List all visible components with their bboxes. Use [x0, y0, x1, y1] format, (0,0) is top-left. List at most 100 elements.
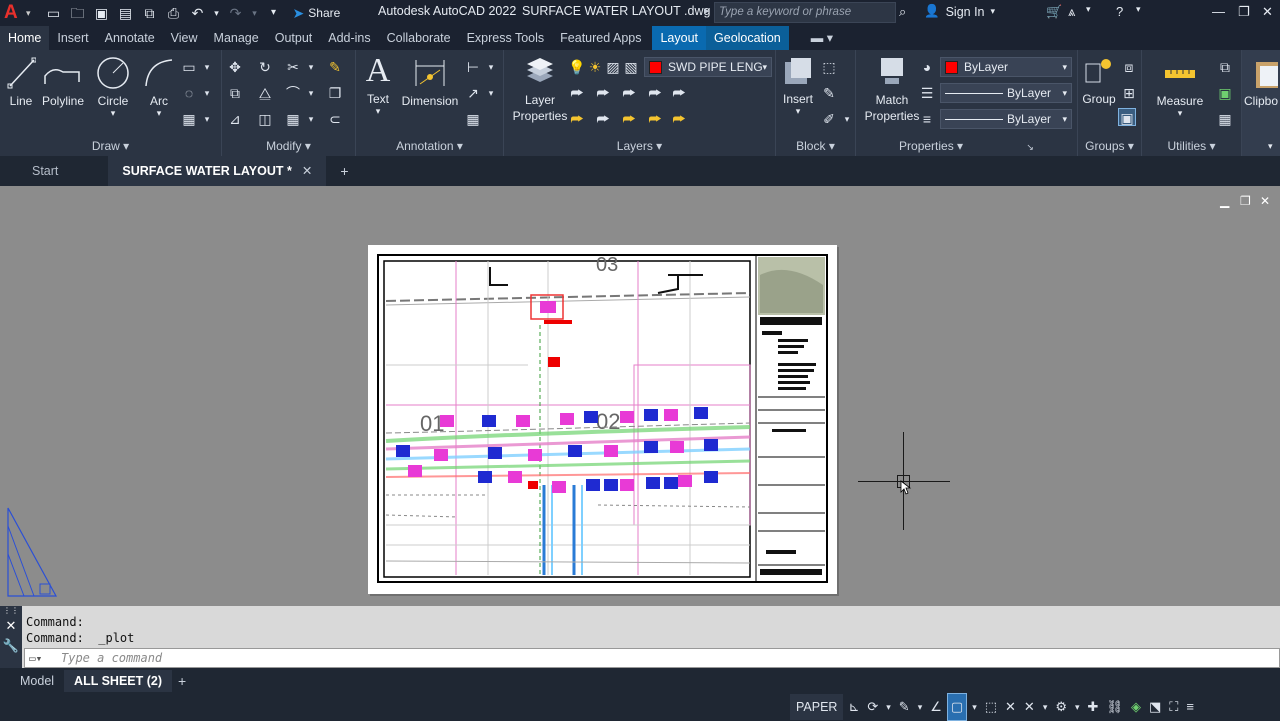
erase-icon[interactable]: ✎ [326, 58, 344, 76]
isometric-icon[interactable]: ✎ [896, 694, 913, 720]
quick-select-icon[interactable]: ▣ [1216, 84, 1234, 102]
dimension-chevron-icon[interactable]: ▾ [482, 58, 500, 76]
tab-manage[interactable]: Manage [206, 26, 267, 50]
ungroup-icon[interactable]: ⧈ [1120, 58, 1138, 76]
share-button[interactable]: ➤ Share [293, 5, 341, 22]
selection-cycling-icon[interactable]: ⬚ [982, 694, 1000, 720]
clean-screen-icon[interactable]: ⛶ [1166, 694, 1181, 720]
isometric-chevron-icon[interactable]: ▾ [915, 694, 926, 720]
match-properties-button[interactable]: Match Properties [862, 54, 922, 124]
calculator-icon[interactable]: ▦ [1216, 110, 1234, 128]
annotation-chevron-icon[interactable]: ▾ [1040, 694, 1051, 720]
tab-output[interactable]: Output [267, 26, 321, 50]
tab-model[interactable]: Model [10, 670, 64, 692]
group-selection-icon[interactable]: ▣ [1118, 108, 1136, 126]
layer-tool-7-icon[interactable]: ⮫ [594, 110, 612, 128]
layers-panel-title[interactable]: Layers ▾ [504, 139, 775, 153]
tab-annotate[interactable]: Annotate [97, 26, 163, 50]
polyline-button[interactable]: Polyline [40, 56, 86, 108]
new-tab-icon[interactable]: + [340, 163, 348, 179]
circle-button[interactable]: Circle ▾ [92, 56, 134, 119]
cart-icon[interactable]: 🛒 [1046, 4, 1062, 20]
redo-dropdown-icon[interactable]: ▾ [251, 5, 259, 21]
command-line-grip-icon[interactable]: ⋮⋮ [0, 606, 22, 616]
recent-commands-icon[interactable]: ▭▾ [29, 650, 42, 668]
block-panel-title[interactable]: Block ▾ [776, 139, 855, 153]
app-menu-chevron-icon[interactable]: ▾ [26, 8, 31, 19]
viewport-close-icon[interactable]: ✕ [1260, 194, 1270, 208]
rotate-icon[interactable]: ↻ [256, 58, 274, 76]
arc-button[interactable]: Arc ▾ [142, 56, 176, 119]
layout-sheet[interactable]: 03 01 02 [368, 245, 837, 594]
tab-view[interactable]: View [163, 26, 206, 50]
layer-tool-10-icon[interactable]: ⮫ [670, 110, 688, 128]
ribbon-scroll-chevron-icon[interactable]: ▾ [1268, 141, 1273, 152]
rectangle-icon[interactable]: ▭ [180, 58, 198, 76]
annotation-panel-title[interactable]: Annotation ▾ [356, 139, 503, 153]
account-chevron-icon[interactable]: ▾ [1086, 4, 1091, 15]
tab-start[interactable]: Start [18, 156, 72, 186]
save-as-icon[interactable]: ▤ [117, 5, 135, 21]
autodesk-account-icon[interactable]: ⩓ [1068, 4, 1075, 20]
draw-panel-title[interactable]: Draw ▾ [0, 139, 221, 153]
object-snap-chevron-icon[interactable]: ▾ [969, 694, 980, 720]
tab-collaborate[interactable]: Collaborate [379, 26, 459, 50]
restore-icon[interactable]: ❐ [1238, 4, 1250, 20]
snap-chevron-icon[interactable]: ▾ [883, 694, 894, 720]
fillet-chevron-icon[interactable]: ▾ [302, 84, 320, 102]
lineweight-dropdown[interactable]: ByLayer ▾ [940, 109, 1072, 129]
mirror-icon[interactable]: ⧋ [256, 84, 274, 102]
layer-tool-1-icon[interactable]: ⮫ [568, 84, 586, 102]
explode-icon[interactable]: ❐ [326, 84, 344, 102]
measure-button[interactable]: Measure ▾ [1152, 56, 1208, 119]
layer-properties-button[interactable]: Layer Properties [512, 54, 568, 124]
linear-dimension-icon[interactable]: ⊢ [464, 58, 482, 76]
tab-surface-water-layout[interactable]: SURFACE WATER LAYOUT * ✕ [108, 156, 327, 186]
group-edit-icon[interactable]: ⊞ [1120, 84, 1138, 102]
viewport-restore-icon[interactable]: ❐ [1240, 194, 1251, 208]
workspace-chevron-icon[interactable]: ▾ [1072, 694, 1083, 720]
tab-add-ins[interactable]: Add-ins [320, 26, 378, 50]
close-icon[interactable]: ✕ [1262, 4, 1273, 20]
help-chevron-icon[interactable]: ▾ [1136, 4, 1141, 15]
add-scale-icon[interactable]: ✚ [1085, 694, 1102, 720]
layer-tool-8-icon[interactable]: ⮫ [620, 110, 638, 128]
tab-insert[interactable]: Insert [49, 26, 96, 50]
block-attributes-icon[interactable]: ✐ [820, 110, 838, 128]
layer-tool-9-icon[interactable]: ⮫ [646, 110, 664, 128]
search-icon[interactable]: ⌕ [899, 4, 906, 20]
web-mobile-icon[interactable]: ⧉ [141, 5, 159, 21]
help-icon[interactable]: ? [1116, 4, 1123, 19]
search-input[interactable]: Type a keyword or phrase [714, 2, 896, 23]
minimize-icon[interactable]: — [1212, 4, 1225, 19]
new-file-icon[interactable]: ▭ [45, 5, 63, 21]
clipboard-button[interactable]: Clipbo [1244, 56, 1280, 108]
move-icon[interactable]: ✥ [226, 58, 244, 76]
copy-icon[interactable]: ⧉ [226, 84, 244, 102]
snap-icon[interactable]: ⟳ [864, 694, 881, 720]
tab-layout[interactable]: Layout [652, 26, 707, 50]
table-icon[interactable]: ▦ [464, 110, 482, 128]
trim-chevron-icon[interactable]: ▾ [302, 58, 320, 76]
redo-icon[interactable]: ↷ [227, 5, 245, 21]
drawing-canvas[interactable]: ▁ ❐ ✕ 03 01 02 [0, 186, 1280, 606]
object-snap-icon[interactable]: ▢ [946, 693, 968, 721]
layer-tool-5-icon[interactable]: ⮫ [670, 84, 688, 102]
modify-panel-title[interactable]: Modify ▾ [222, 139, 355, 153]
graphics-performance-icon[interactable]: ⬔ [1146, 694, 1164, 720]
offset-icon[interactable]: ⊂ [326, 110, 344, 128]
layer-tool-4-icon[interactable]: ⮫ [646, 84, 664, 102]
gradient-icon[interactable]: ▦ [180, 110, 198, 128]
color-dropdown[interactable]: ByLayer ▾ [940, 57, 1072, 77]
rectangle-chevron-icon[interactable]: ▾ [198, 58, 216, 76]
create-block-icon[interactable]: ⬚ [820, 58, 838, 76]
save-icon[interactable]: ▣ [93, 5, 111, 21]
line-button[interactable]: Line [6, 56, 36, 108]
plot-icon[interactable]: ⎙ [165, 5, 183, 21]
command-line-customize-icon[interactable]: 🔧 [0, 636, 22, 656]
paper-space-toggle[interactable]: PAPER [790, 694, 844, 720]
stretch-icon[interactable]: ⊿ [226, 110, 244, 128]
close-tab-icon[interactable]: ✕ [302, 164, 312, 178]
tab-all-sheet[interactable]: ALL SHEET (2) [64, 670, 173, 692]
new-layout-icon[interactable]: + [178, 673, 186, 689]
